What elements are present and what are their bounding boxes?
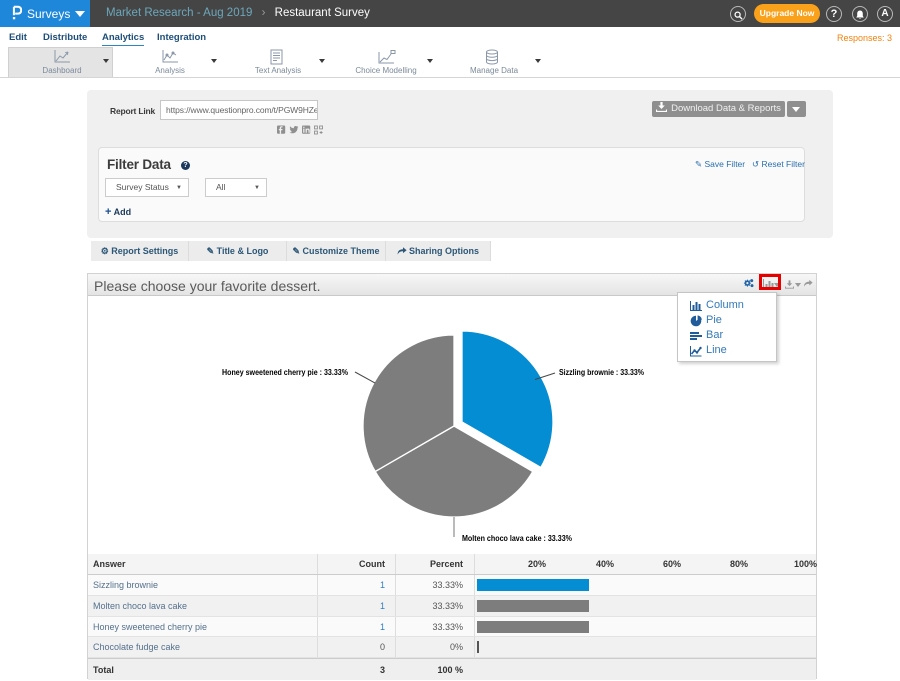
svg-text:Honey sweetened cherry pie : 3: Honey sweetened cherry pie : 33.33%: [222, 367, 348, 377]
svg-text:Molten choco lava cake : 33.33: Molten choco lava cake : 33.33%: [462, 533, 572, 543]
svg-text:Sizzling brownie : 33.33%: Sizzling brownie : 33.33%: [559, 367, 644, 377]
